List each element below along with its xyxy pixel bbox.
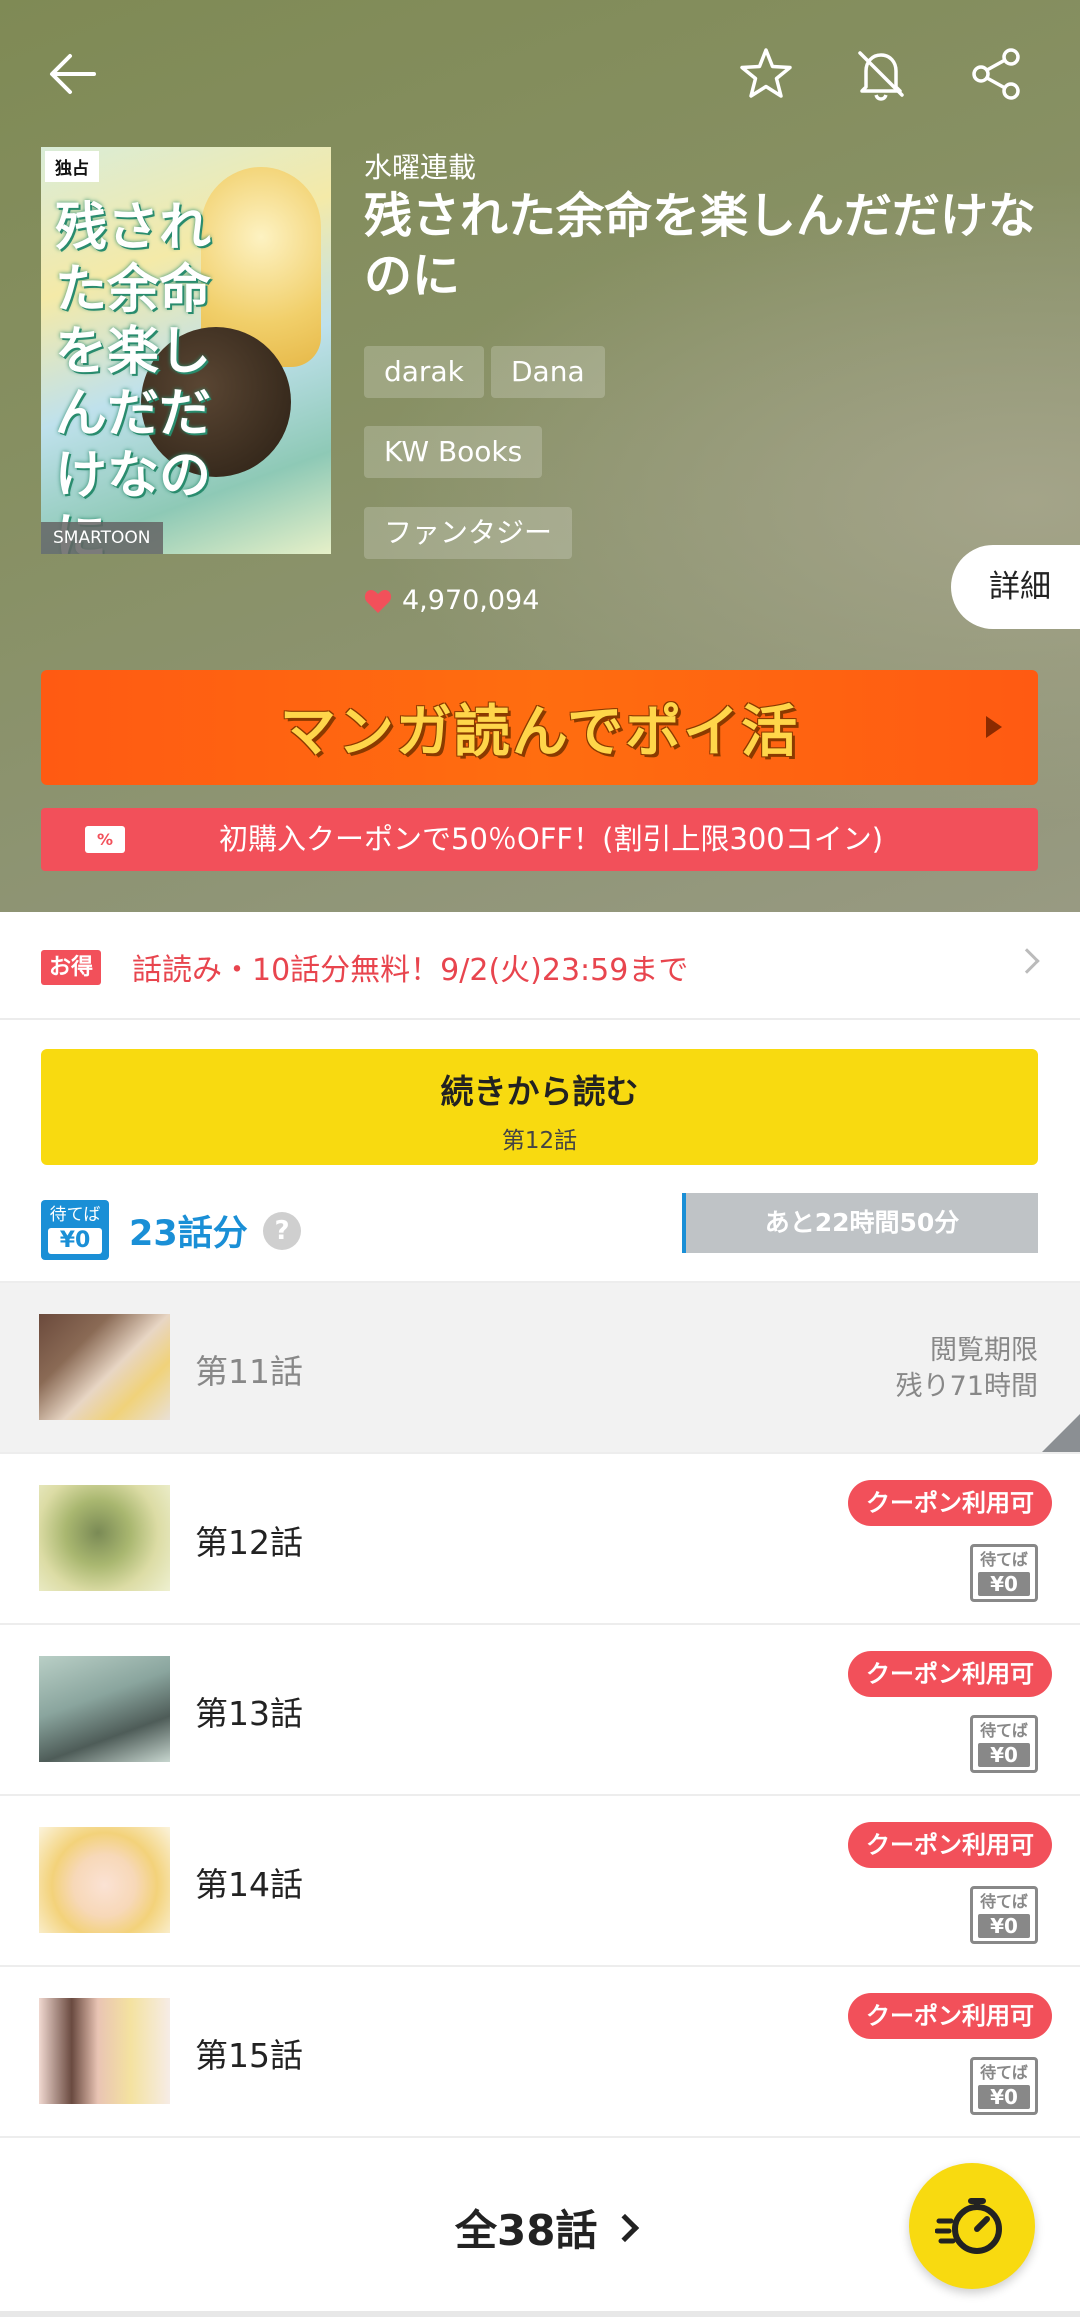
bell-off-icon bbox=[858, 51, 904, 101]
coupon-ticket-icon: % bbox=[85, 826, 125, 853]
format-badge: SMARTOON bbox=[41, 522, 163, 554]
share-icon bbox=[972, 48, 1020, 100]
coupon-banner-text: 初購入クーポンで50％OFF！(割引上限300コイン) bbox=[219, 822, 884, 856]
publisher-tag[interactable]: KW Books bbox=[364, 426, 543, 478]
episode-row[interactable]: 第15話 クーポン利用可 待てば ¥0 bbox=[0, 1967, 1080, 2138]
wait-free-icon: 待てば ¥0 bbox=[41, 1200, 109, 1260]
stopwatch-speed-icon bbox=[935, 2198, 1002, 2254]
wait-timer: あと22時間50分 bbox=[682, 1193, 1038, 1253]
episode-title: 第15話 bbox=[195, 2036, 303, 2075]
continue-reading-button[interactable]: 続きから読む 第12話 bbox=[41, 1049, 1038, 1165]
series-header: 残された余命を楽しんだだけなのに 独占 SMARTOON 水曜連載 残された余命… bbox=[0, 0, 1080, 912]
episode-thumbnail bbox=[39, 1314, 170, 1420]
wait-free-icon: 待てば ¥0 bbox=[970, 1886, 1038, 1944]
wait-free-count: 23話分 bbox=[129, 1214, 248, 1254]
back-button[interactable] bbox=[36, 36, 112, 112]
coupon-available-badge: クーポン利用可 bbox=[848, 1993, 1052, 2039]
coupon-available-badge: クーポン利用可 bbox=[848, 1822, 1052, 1868]
episode-row[interactable]: 第12話 クーポン利用可 待てば ¥0 bbox=[0, 1454, 1080, 1625]
expiry-remaining: 残り71時間 bbox=[895, 1371, 1038, 1402]
wait-free-badge-top: 待てば bbox=[980, 1892, 1028, 1911]
divider bbox=[0, 2311, 1080, 2317]
episode-row[interactable]: 第13話 クーポン利用可 待てば ¥0 bbox=[0, 1625, 1080, 1796]
genre-tag[interactable]: ファンタジー bbox=[364, 507, 573, 559]
footer: 全38話 bbox=[0, 2141, 1080, 2311]
cover-image[interactable]: 残された余命を楽しんだだけなのに 独占 SMARTOON bbox=[41, 147, 331, 554]
continue-episode: 第12話 bbox=[501, 1128, 578, 1154]
author-tag[interactable]: Dana bbox=[491, 346, 605, 398]
detail-button[interactable]: 詳細 bbox=[951, 545, 1080, 629]
poi-banner-text: マンガ読んでポイ活 bbox=[279, 700, 800, 765]
episode-thumbnail bbox=[39, 1827, 170, 1933]
cover-title: 残された余命を楽しんだだけなのに bbox=[55, 198, 212, 554]
campaign-text: 話読み・10話分無料！9/2(火)23:59まで bbox=[132, 953, 689, 988]
series-title: 残された余命を楽しんだだけなのに bbox=[364, 188, 1037, 304]
exclusive-badge: 独占 bbox=[45, 151, 99, 182]
notification-button[interactable] bbox=[843, 36, 919, 112]
likes-value: 4,970,094 bbox=[402, 585, 540, 616]
wait-free-badge-top: 待てば bbox=[980, 2063, 1028, 2082]
share-button[interactable] bbox=[958, 36, 1034, 112]
episode-title: 第11話 bbox=[195, 1352, 303, 1391]
wait-free-row: 待てば ¥0 23話分 ? あと22時間50分 bbox=[0, 1190, 1080, 1280]
wait-free-icon: 待てば ¥0 bbox=[970, 1544, 1038, 1602]
wait-free-badge-bottom: ¥0 bbox=[978, 2085, 1030, 2109]
all-episodes-button[interactable]: 全38話 bbox=[455, 2197, 640, 2258]
chevron-right-icon bbox=[611, 2213, 640, 2242]
author-tag[interactable]: darak bbox=[364, 346, 484, 398]
episode-title: 第12話 bbox=[195, 1523, 303, 1562]
wait-free-icon: 待てば ¥0 bbox=[970, 1715, 1038, 1773]
help-icon[interactable]: ? bbox=[263, 1212, 301, 1250]
episode-row[interactable]: 第11話 閲覧期限 残り71時間 bbox=[0, 1283, 1080, 1454]
poi-banner[interactable]: マンガ読んでポイ活 bbox=[41, 670, 1038, 785]
episode-title: 第14話 bbox=[195, 1865, 303, 1904]
play-arrow-icon bbox=[986, 716, 1002, 738]
wait-free-badge-bottom: ¥0 bbox=[978, 1914, 1030, 1938]
coupon-available-badge: クーポン利用可 bbox=[848, 1480, 1052, 1526]
heart-icon bbox=[364, 589, 392, 613]
expiry-label: 閲覧期限 bbox=[930, 1335, 1038, 1366]
expiry-info: 閲覧期限 残り71時間 bbox=[896, 1333, 1038, 1405]
wait-free-badge-bottom: ¥0 bbox=[48, 1228, 102, 1254]
quick-read-fab[interactable] bbox=[909, 2163, 1035, 2289]
wait-free-badge-top: 待てば bbox=[980, 1550, 1028, 1569]
wait-free-icon: 待てば ¥0 bbox=[970, 2057, 1038, 2115]
wait-free-badge-top: 待てば bbox=[980, 1721, 1028, 1740]
favorite-button[interactable] bbox=[728, 36, 804, 112]
likes-count: 4,970,094 bbox=[364, 585, 539, 616]
serial-day: 水曜連載 bbox=[364, 151, 477, 184]
free-campaign-row[interactable]: お得 話読み・10話分無料！9/2(火)23:59まで bbox=[0, 912, 1080, 1020]
episode-thumbnail bbox=[39, 1998, 170, 2104]
episode-title: 第13話 bbox=[195, 1694, 303, 1733]
deal-badge: お得 bbox=[41, 950, 102, 985]
chevron-right-icon bbox=[1014, 948, 1040, 974]
read-corner-icon bbox=[1042, 1414, 1080, 1452]
episode-thumbnail bbox=[39, 1485, 170, 1591]
arrow-left-icon bbox=[50, 54, 96, 94]
episode-row[interactable]: 第14話 クーポン利用可 待てば ¥0 bbox=[0, 1796, 1080, 1967]
wait-free-badge-top: 待てば bbox=[49, 1205, 101, 1225]
coupon-available-badge: クーポン利用可 bbox=[848, 1651, 1052, 1697]
continue-label: 続きから読む bbox=[440, 1072, 639, 1111]
all-episodes-label: 全38話 bbox=[455, 2206, 598, 2255]
wait-free-badge-bottom: ¥0 bbox=[978, 1743, 1030, 1767]
coupon-banner[interactable]: % 初購入クーポンで50％OFF！(割引上限300コイン) bbox=[41, 808, 1038, 871]
wait-free-badge-bottom: ¥0 bbox=[978, 1572, 1030, 1596]
star-icon bbox=[740, 48, 792, 98]
episode-thumbnail bbox=[39, 1656, 170, 1762]
